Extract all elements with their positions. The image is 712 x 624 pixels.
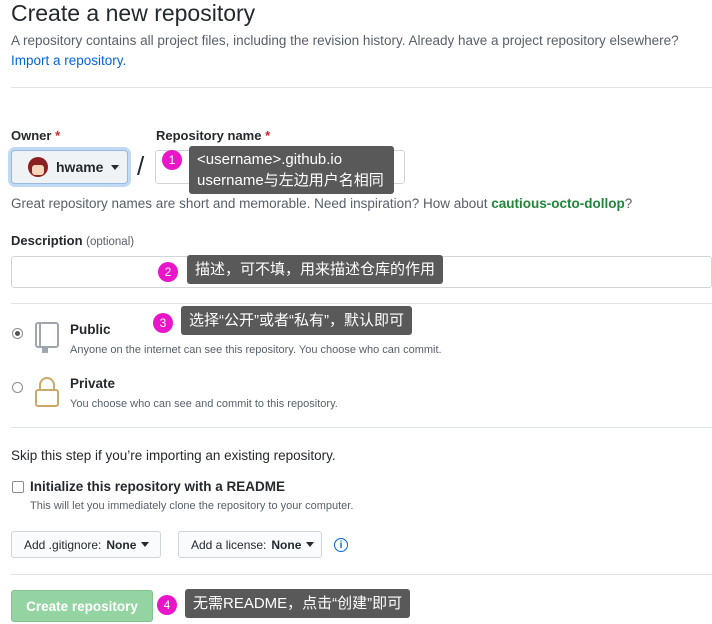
annotation-badge-2: 2 [158,262,178,282]
private-option-desc: You choose who can see and commit to thi… [70,398,338,410]
owner-label: Owner * [11,128,60,143]
owner-label-text: Owner [11,128,52,143]
readme-checkbox[interactable] [12,481,24,493]
annotation-badge-1: 1 [162,150,182,170]
owner-name: hwame [56,159,104,175]
owner-repo-separator: / [137,151,145,181]
repo-public-icon [34,321,60,359]
owner-select-button[interactable]: hwame [11,150,128,184]
private-option-title: Private [70,376,116,391]
description-label-text: Description [11,233,83,248]
gitignore-value: None [106,537,137,552]
description-label: Description (optional) [11,233,134,248]
public-option-title: Public [70,322,111,337]
import-link-wrap: Import a repository. [11,53,126,68]
create-repository-button[interactable]: Create repository [11,590,153,622]
annotation-badge-4: 4 [157,595,177,615]
required-mark: * [55,128,61,143]
annotation-callout-3: 选择“公开”或者“私有”，默认即可 [181,306,412,335]
repo-name-label-text: Repository name [156,128,262,143]
license-select[interactable]: Add a license: None [178,531,322,558]
license-value: None [271,537,302,552]
chevron-down-icon [141,542,150,547]
suggestion-text: Great repository names are short and mem… [11,196,492,211]
annotation-callout-4: 无需README，点击“创建”即可 [185,589,411,618]
gitignore-label: Add .gitignore: [24,537,102,552]
lock-icon [34,376,60,413]
suggestion-end: ? [624,196,633,211]
divider [11,427,712,428]
gitignore-select[interactable]: Add .gitignore: None [11,531,161,558]
chevron-down-icon [111,164,120,170]
readme-desc: This will let you immediately clone the … [30,500,354,512]
annotation-1-line-2: username与左边用户名相同 [197,172,384,189]
name-suggestion: Great repository names are short and mem… [11,196,632,211]
annotation-1-line-1: <username>.github.io [197,151,343,168]
license-label: Add a license: [191,537,267,552]
repo-name-label: Repository name * [156,128,270,143]
divider [11,303,712,304]
page-subtitle: A repository contains all project files,… [11,33,679,48]
annotation-callout-1: <username>.github.io username与左边用户名相同 [189,146,394,194]
annotation-callout-2: 描述，可不填，用来描述仓库的作用 [187,255,444,284]
readme-label[interactable]: Initialize this repository with a README [30,479,285,494]
chevron-down-icon [306,542,315,547]
optional-hint: (optional) [86,236,135,248]
avatar [28,157,48,177]
required-mark: * [265,128,271,143]
divider [11,87,712,88]
info-icon[interactable]: i [334,538,348,552]
suggested-name[interactable]: cautious-octo-dollop [491,196,624,211]
page-title: Create a new repository [11,0,256,26]
public-radio[interactable] [12,328,23,339]
private-radio[interactable] [12,382,23,393]
public-option-desc: Anyone on the internet can see this repo… [70,344,442,356]
import-repository-link[interactable]: Import a repository. [11,53,126,68]
divider [11,574,712,575]
annotation-badge-3: 3 [153,313,173,333]
skip-note: Skip this step if you’re importing an ex… [11,448,336,463]
